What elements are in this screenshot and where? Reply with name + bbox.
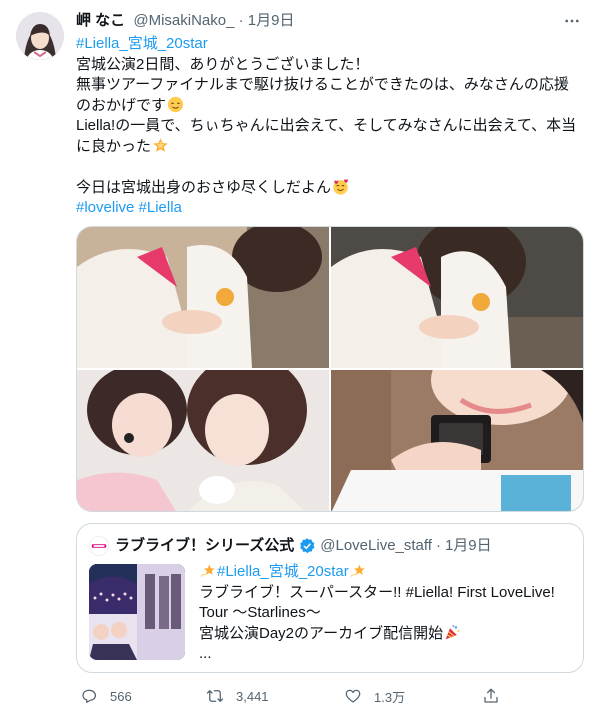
text-line: 無事ツアーファイナルまで駆け抜けることができたのは、みなさんの応援 [76,76,569,93]
dizzy-star-emoji [200,564,215,577]
quoted-author-avatar [89,536,109,556]
more-dots-icon[interactable] [561,10,583,32]
glowing-star-emoji [153,137,168,152]
quoted-author-handle: @LoveLive_staff [320,537,432,554]
media-photo-2[interactable] [331,227,583,368]
text-line: のおかげです [76,96,167,114]
tweet-text: #Liella_宮城_20star 宮城公演2日間、ありがとうございました！ 無… [76,34,586,219]
text-line: 今日は宮城出身のおさゆ尽くしだよん [76,178,332,196]
reply-count: 566 [110,688,132,704]
retweet-count: 3,441 [236,688,269,704]
tweet-timestamp[interactable]: 1月9日 [248,12,295,29]
reply-button[interactable]: 566 [80,684,132,708]
relieved-face-emoji [167,96,184,112]
author-avatar[interactable] [16,12,64,60]
text-line: 宮城公演Day2のアーカイブ配信開始 [199,624,444,642]
text-line: Liella!の一員で、ちぃちゃんに出会えて、そしてみなさんに出会えて、本当 [76,117,577,134]
media-grid [76,226,584,512]
quoted-author-name: ラブライブ！シリーズ公式 [115,537,295,554]
like-button[interactable]: 1.3万 [344,684,405,708]
text-ellipsis: ... [199,645,212,662]
reply-icon [82,689,97,704]
dizzy-star-emoji [350,564,365,577]
quoted-timestamp: 1月9日 [444,537,492,554]
like-count: 1.3万 [374,689,406,705]
tweet[interactable]: 岬 なこ @MisakiNako_ · 1月9日 #Liella_宮城_20st… [0,0,599,718]
quoted-tweet[interactable]: ラブライブ！シリーズ公式 @LoveLive_staff · 1月9日 #Lie… [76,523,584,673]
text-line: 宮城公演2日間、ありがとうございました！ [76,55,370,73]
text-line: ラブライブ！スーパースター!! #Liella! First LoveLive! [199,583,555,601]
like-icon [345,689,361,703]
media-photo-1[interactable] [77,227,329,368]
media-photo-4[interactable] [331,370,583,511]
quoted-tweet-header: ラブライブ！シリーズ公式 @LoveLive_staff · 1月9日 [89,536,492,556]
hashtag-link: #Liella_宮城_20star [217,563,349,580]
hashtag-link[interactable]: #Liella_宮城_20star [76,35,208,52]
author-handle[interactable]: @MisakiNako_ [133,12,234,29]
smiling-face-with-hearts-emoji [333,178,349,195]
quoted-thumbnail [89,564,185,660]
text-line: Tour ～Starlines～ [199,604,321,621]
separator-dot: · [435,537,441,554]
author-name[interactable]: 岬 なこ [76,12,125,29]
hashtags-link[interactable]: #lovelive #Liella [76,199,182,216]
share-icon [484,688,498,703]
retweet-icon [206,690,224,702]
share-button[interactable] [482,684,500,708]
quoted-tweet-text: #Liella_宮城_20star ラブライブ！スーパースター!! #Liell… [199,562,575,665]
tweet-header: 岬 なこ @MisakiNako_ · 1月9日 [76,11,583,33]
tweet-actions: 566 3,441 1.3万 [76,684,584,708]
text-line: に良かった [76,137,152,155]
retweet-button[interactable]: 3,441 [206,684,269,708]
separator-dot: · [238,12,244,29]
media-photo-3[interactable] [77,370,329,511]
verified-badge-icon [300,538,315,554]
party-popper-emoji [445,624,460,639]
